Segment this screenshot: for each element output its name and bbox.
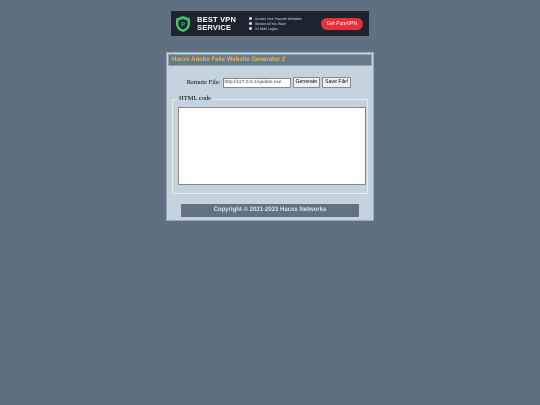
- ad-feature-list: Access Your Favorite Websites Stream All…: [249, 17, 321, 31]
- get-purevpn-button[interactable]: Get PureVPN: [320, 17, 363, 30]
- ad-feature-item: Stream All You Want: [249, 22, 321, 26]
- play-icon: [249, 22, 252, 25]
- html-code-textarea[interactable]: [178, 107, 366, 185]
- html-code-legend: HTML code: [177, 95, 214, 103]
- lock-icon: [249, 17, 252, 20]
- remote-file-input[interactable]: http://127.0.0.1/update.exe: [222, 77, 291, 88]
- copyright-footer: Copyright © 2021-2023 Hacxx Networks: [181, 204, 359, 217]
- page: P BEST VPN SERVICE Access Your Favorite …: [0, 0, 540, 405]
- ad-title: BEST VPN SERVICE: [197, 14, 237, 32]
- generator-panel: Hacxx Adobe Fake Website Generator 2 Rem…: [166, 52, 374, 221]
- ad-feature-item: 10 Multi Logins: [249, 27, 321, 31]
- remote-file-label: Remote File:: [186, 79, 221, 86]
- save-file-button[interactable]: Save File!: [322, 77, 352, 88]
- svg-text:P: P: [181, 22, 185, 28]
- vpn-ad-banner[interactable]: P BEST VPN SERVICE Access Your Favorite …: [171, 11, 369, 36]
- devices-icon: [249, 27, 252, 30]
- remote-file-row: Remote File: http://127.0.0.1/update.exe…: [167, 77, 373, 88]
- panel-title: Hacxx Adobe Fake Website Generator 2: [168, 54, 372, 66]
- generate-button[interactable]: Generate: [292, 77, 321, 88]
- shield-icon: P: [176, 15, 190, 32]
- ad-feature-item: Access Your Favorite Websites: [249, 17, 321, 21]
- html-code-fieldset: HTML code: [172, 95, 368, 194]
